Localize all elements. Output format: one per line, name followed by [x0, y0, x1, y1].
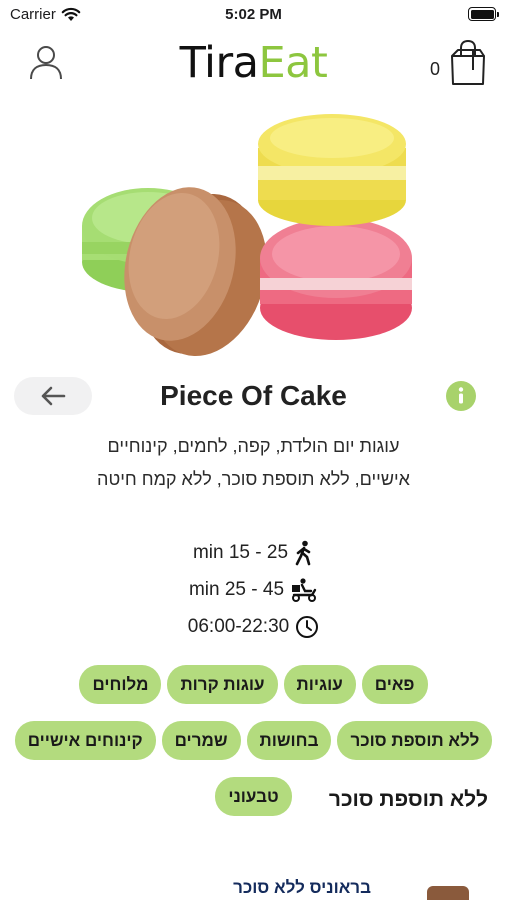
pickup-time: min 15 - 25	[192, 542, 289, 563]
restaurant-description: עוגות יום הולדת, קפה, לחמים, קינוחיים אי…	[97, 436, 410, 489]
info-button[interactable]	[446, 381, 476, 411]
battery-tip	[497, 11, 499, 17]
product-row[interactable]: בראוניס ללא סוכר	[0, 872, 507, 900]
info-icon	[458, 387, 464, 404]
pink-macaron	[260, 218, 412, 340]
category-tag[interactable]: עוגות קרות	[167, 665, 278, 704]
yellow-macaron	[258, 114, 406, 226]
category-tag[interactable]: קינוחים אישיים	[14, 721, 156, 760]
status-bar: Carrier 5:02 PM	[0, 0, 507, 30]
walking-person-icon	[294, 540, 314, 566]
battery-icon	[468, 7, 499, 21]
logo-eat: Eat	[258, 38, 328, 88]
opening-hours-row: 06:00-22:30	[0, 612, 507, 642]
delivery-time: min 25 - 45	[188, 579, 285, 600]
cart-button[interactable]: 0	[430, 38, 487, 88]
restaurant-hero-image	[70, 108, 430, 358]
clock-icon	[295, 615, 319, 639]
product-name: בראוניס ללא סוכר	[233, 878, 371, 897]
product-thumbnail	[427, 886, 469, 900]
delivery-time-row: min 25 - 45	[0, 575, 507, 605]
nav-bar: TiraEat 0	[0, 34, 507, 94]
pickup-time-row: min 15 - 25	[0, 538, 507, 568]
back-button[interactable]	[14, 377, 92, 415]
category-tag[interactable]: פאים	[361, 665, 428, 704]
category-tag[interactable]: שמרים	[161, 721, 241, 760]
shopping-bag-icon	[451, 40, 485, 85]
category-tag[interactable]: בחושות	[246, 721, 332, 760]
section-title: ללא תוספת סוכר	[328, 788, 488, 811]
arrow-left-icon	[41, 386, 66, 406]
delivery-scooter-icon	[290, 578, 318, 602]
category-tag[interactable]: עוגיות	[283, 665, 356, 704]
category-tag[interactable]: טבעוני	[215, 777, 292, 816]
status-time: 5:02 PM	[225, 6, 282, 23]
category-tag[interactable]: מלוחים	[79, 665, 162, 704]
restaurant-name: Piece Of Cake	[160, 380, 347, 411]
opening-hours: 06:00-22:30	[187, 616, 290, 637]
battery-fill	[470, 9, 494, 19]
category-tag[interactable]: ללא תוספת סוכר	[337, 721, 493, 760]
logo-tira: Tira	[179, 38, 259, 88]
cart-count: 0	[429, 58, 440, 79]
